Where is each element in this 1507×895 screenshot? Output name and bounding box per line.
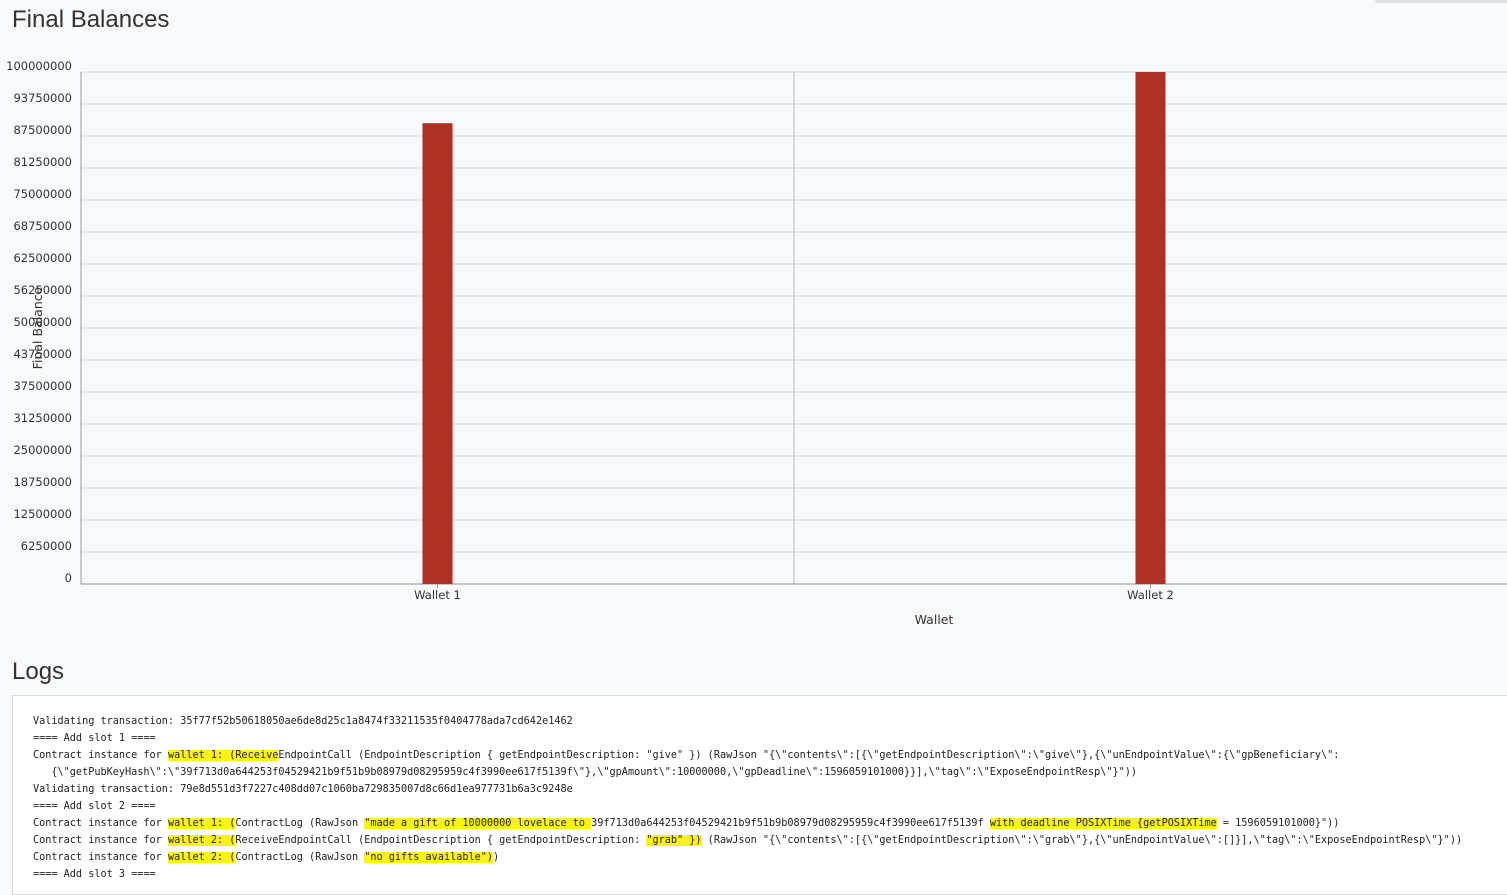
y-tick-label: 6250000 (21, 539, 72, 553)
log-line: ==== Add slot 3 ==== (33, 866, 1507, 883)
y-tick-label: 100000000 (6, 59, 72, 73)
log-text: = 1596059101000}")) (1216, 818, 1340, 829)
chart-grid (80, 71, 1507, 585)
highlighted-log-text: wallet 1: (Receive (167, 750, 279, 761)
y-tick-label: 18750000 (13, 475, 72, 489)
y-tick-label: 0 (65, 571, 72, 585)
highlighted-log-text: "grab" }) (646, 835, 702, 846)
y-tick-label: 37500000 (13, 379, 72, 393)
log-text: Contract instance for (33, 750, 168, 761)
log-line: {\"getPubKeyHash\":\"39f713d0a644253f045… (33, 764, 1507, 781)
bar-wallet-2[interactable] (1135, 72, 1166, 584)
log-text: ==== Add slot 1 ==== (33, 733, 156, 744)
final-balances-title: Final Balances (12, 6, 170, 33)
log-text: {\"getPubKeyHash\":\"39f713d0a644253f045… (33, 767, 1138, 778)
log-text: EndpointCall (EndpointDescription { getE… (278, 750, 1340, 761)
y-tick-label: 87500000 (13, 123, 72, 137)
y-tick-label: 93750000 (13, 91, 72, 105)
log-line: ==== Add slot 2 ==== (33, 798, 1507, 815)
log-line: Contract instance for wallet 1: (Receive… (33, 747, 1507, 764)
y-tick-label: 12500000 (13, 507, 72, 521)
highlighted-log-text: "no gifts available") (364, 852, 494, 863)
highlighted-log-text: wallet 1: ( (167, 818, 236, 829)
log-line: Validating transaction: 35f77f52b5061805… (33, 713, 1507, 730)
highlighted-log-text: "made a gift of 10000000 lovelace to (364, 818, 592, 829)
bar-wallet-1[interactable] (422, 123, 453, 584)
log-text: Contract instance for (33, 852, 168, 863)
y-tick-label: 31250000 (13, 411, 72, 425)
log-text: Validating transaction: 35f77f52b5061805… (33, 716, 573, 727)
y-tick-label: 68750000 (13, 219, 72, 233)
highlighted-log-text: wallet 2: ( (167, 835, 236, 846)
logs-title: Logs (12, 658, 65, 685)
y-tick-label: 62500000 (13, 251, 72, 265)
y-tick-label: 81250000 (13, 155, 72, 169)
log-line: ==== Add slot 1 ==== (33, 730, 1507, 747)
x-axis-ticks: Wallet 1 Wallet 2 (414, 584, 1174, 602)
y-tick-label: 75000000 (13, 187, 72, 201)
log-text: Contract instance for (33, 818, 168, 829)
log-text: Validating transaction: 79e8d551d3f7227c… (33, 784, 573, 795)
log-text: ContractLog (RawJson (235, 852, 365, 863)
y-axis-label: Final Balance (30, 286, 45, 369)
log-line: Validating transaction: 79e8d551d3f7227c… (33, 781, 1507, 798)
log-text: 39f713d0a644253f04529421b9f51b9b08979d08… (591, 818, 990, 829)
log-line: Contract instance for wallet 1: (Contrac… (33, 815, 1507, 832)
log-text: ) (493, 852, 500, 863)
log-text: ==== Add slot 3 ==== (33, 869, 156, 880)
log-text: ReceiveEndpointCall (EndpointDescription… (235, 835, 647, 846)
highlighted-log-text: with deadline POSIXTime {getPOSIXTime (989, 818, 1217, 829)
x-axis-label: Wallet (915, 612, 954, 627)
final-balances-chart: 0 6250000 12500000 18750000 25000000 31250000… (6, 59, 1507, 627)
log-text: Contract instance for (33, 835, 168, 846)
x-tick-label: Wallet 1 (414, 588, 461, 602)
log-text: ==== Add slot 2 ==== (33, 801, 156, 812)
log-line: Contract instance for wallet 2: (Receive… (33, 832, 1507, 849)
x-tick-label: Wallet 2 (1127, 588, 1174, 602)
y-tick-label: 25000000 (13, 443, 72, 457)
log-line: Contract instance for wallet 2: (Contrac… (33, 849, 1507, 866)
top-bar-edge (1375, 0, 1507, 3)
log-text: ContractLog (RawJson (235, 818, 365, 829)
logs-panel[interactable]: Validating transaction: 35f77f52b5061805… (12, 695, 1507, 895)
highlighted-log-text: wallet 2: ( (167, 852, 236, 863)
log-text: (RawJson "{\"contents\":[{\"getEndpointD… (701, 835, 1463, 846)
